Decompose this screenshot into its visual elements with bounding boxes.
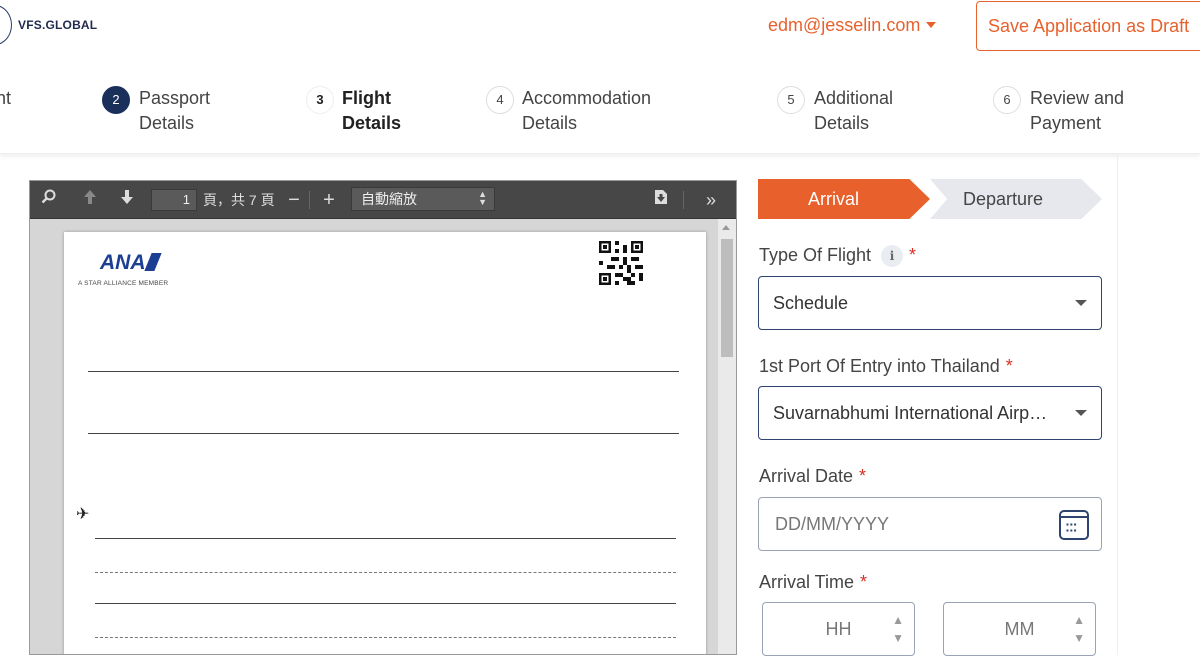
calendar-icon[interactable]: ▪▪▪ ▪▪▪ xyxy=(1059,510,1089,540)
step-4-label-line2: Details xyxy=(522,113,578,133)
zoom-select-value: 自動縮放 xyxy=(361,191,417,207)
step-3-label-line2: Details xyxy=(342,113,402,133)
arrival-date-label: Arrival Date * xyxy=(759,466,866,487)
top-header: VFS.GLOBAL edm@jesselin.com Save Applica… xyxy=(0,0,1200,52)
arrival-date-input[interactable]: DD/MM/YYYY ▪▪▪ ▪▪▪ xyxy=(758,497,1102,551)
arrival-minute-input[interactable]: MM ▲ ▼ xyxy=(943,602,1096,656)
previous-page-icon[interactable] xyxy=(79,189,101,211)
progress-stepper: nt 2 Passport Details 3 Flight Details 4… xyxy=(0,68,1200,154)
port-of-entry-label-text: 1st Port Of Entry into Thailand xyxy=(759,356,1000,376)
step-3-number[interactable]: 3 xyxy=(306,86,334,114)
type-of-flight-label-text: Type Of Flight xyxy=(759,245,872,265)
pdf-viewer: 1 頁，共 7 頁 − + 自動縮放 ▲ ▼ » ANA A STAR ALLIA… xyxy=(29,180,737,655)
step-5-label-line2: Details xyxy=(814,113,870,133)
chevron-down-icon xyxy=(1075,300,1087,306)
scroll-up-icon[interactable] xyxy=(722,225,730,230)
step-6-number[interactable]: 6 xyxy=(993,86,1021,114)
pdf-toolbar: 1 頁，共 7 頁 − + 自動縮放 ▲ ▼ » xyxy=(30,181,736,219)
port-of-entry-value: Suvarnabhumi International Airp… xyxy=(773,403,1048,423)
toolbar-divider xyxy=(683,191,684,209)
required-marker: * xyxy=(859,466,867,486)
required-marker: * xyxy=(860,572,868,592)
airplane-icon: ✈ xyxy=(76,506,90,523)
star-alliance-tagline: A STAR ALLIANCE MEMBER xyxy=(78,280,169,287)
step-2-passport-details[interactable]: Passport Details xyxy=(139,86,210,136)
spinner-arrows-icon[interactable]: ▲ ▼ xyxy=(892,611,904,647)
step-6-label-line2: Payment xyxy=(1030,113,1102,133)
step-4-number[interactable]: 4 xyxy=(486,86,514,114)
page-number-input[interactable]: 1 xyxy=(151,189,197,211)
ana-logo: ANA xyxy=(100,251,162,275)
arrival-time-label-text: Arrival Time xyxy=(759,572,855,592)
step-4-label-line1: Accommodation xyxy=(522,88,652,108)
double-chevron-right-icon[interactable]: » xyxy=(700,189,722,211)
arrival-date-placeholder: DD/MM/YYYY xyxy=(775,514,890,534)
tab-departure[interactable]: Departure xyxy=(930,179,1102,219)
zoom-out-icon[interactable]: − xyxy=(283,189,305,211)
vfs-logo-text[interactable]: VFS.GLOBAL xyxy=(18,18,97,32)
search-icon[interactable] xyxy=(38,189,60,211)
zoom-select[interactable]: 自動縮放 ▲ ▼ xyxy=(351,187,495,211)
select-arrows-icon: ▲ ▼ xyxy=(478,189,487,207)
step-5-additional-details[interactable]: Additional Details xyxy=(814,86,893,136)
pdf-document-area[interactable]: ANA A STAR ALLIANCE MEMBER ✈ xyxy=(30,219,718,654)
type-of-flight-value: Schedule xyxy=(773,293,849,313)
port-of-entry-select[interactable]: Suvarnabhumi International Airp… xyxy=(758,386,1102,440)
form-line xyxy=(95,603,676,604)
caret-down-icon xyxy=(926,22,937,28)
required-marker: * xyxy=(1005,356,1013,376)
required-marker: * xyxy=(909,245,917,265)
step-5-label-line1: Additional xyxy=(814,88,894,108)
form-line-dotted xyxy=(95,637,676,638)
toolbar-divider xyxy=(309,191,310,209)
ana-logo-mark xyxy=(143,253,162,271)
step-2-label-line1: Passport xyxy=(139,88,211,108)
step-2-number[interactable]: 2 xyxy=(102,86,130,114)
arrival-hour-input[interactable]: HH ▲ ▼ xyxy=(762,602,915,656)
next-page-icon[interactable] xyxy=(116,189,138,211)
form-line-dotted xyxy=(95,572,676,573)
panel-divider xyxy=(1117,154,1118,655)
arrival-hour-placeholder: HH xyxy=(825,619,852,639)
step-1[interactable]: nt xyxy=(0,86,11,111)
tab-arrival[interactable]: Arrival xyxy=(758,179,930,219)
download-icon[interactable] xyxy=(650,189,672,211)
spinner-arrows-icon[interactable]: ▲ ▼ xyxy=(1073,611,1085,647)
user-menu[interactable]: edm@jesselin.com xyxy=(768,15,937,36)
zoom-in-icon[interactable]: + xyxy=(318,189,340,211)
arrival-time-label: Arrival Time * xyxy=(759,572,867,593)
form-line xyxy=(95,538,676,539)
step-4-accommodation-details[interactable]: Accommodation Details xyxy=(522,86,651,136)
ana-logo-text: ANA xyxy=(100,251,146,274)
pdf-scrollbar[interactable] xyxy=(718,219,736,654)
step-3-flight-details[interactable]: Flight Details xyxy=(342,86,401,136)
step-5-number[interactable]: 5 xyxy=(777,86,805,114)
arrival-date-label-text: Arrival Date xyxy=(759,466,854,486)
scroll-thumb[interactable] xyxy=(721,239,733,357)
arrival-minute-placeholder: MM xyxy=(1004,619,1035,639)
qr-code-icon xyxy=(599,241,643,285)
port-of-entry-label: 1st Port Of Entry into Thailand * xyxy=(759,356,1013,377)
info-icon[interactable]: i xyxy=(881,245,904,267)
step-2-label-line2: Details xyxy=(139,113,195,133)
page-count: 頁，共 7 頁 xyxy=(203,192,275,208)
form-line xyxy=(88,371,679,372)
step-6-review-payment[interactable]: Review and Payment xyxy=(1030,86,1124,136)
vfs-logo-mark xyxy=(0,5,12,45)
type-of-flight-label: Type Of Flight i * xyxy=(759,245,916,267)
step-1-label: nt xyxy=(0,88,12,108)
form-line xyxy=(88,433,679,434)
save-draft-button[interactable]: Save Application as Draft xyxy=(976,1,1200,51)
step-3-label-line1: Flight xyxy=(342,88,391,108)
user-email: edm@jesselin.com xyxy=(768,15,921,35)
chevron-down-icon xyxy=(1075,410,1087,416)
step-6-label-line1: Review and xyxy=(1030,88,1125,108)
pdf-page: ANA A STAR ALLIANCE MEMBER ✈ xyxy=(64,232,706,654)
calendar-icon-dots: ▪▪▪ ▪▪▪ xyxy=(1066,520,1078,535)
type-of-flight-select[interactable]: Schedule xyxy=(758,276,1102,330)
